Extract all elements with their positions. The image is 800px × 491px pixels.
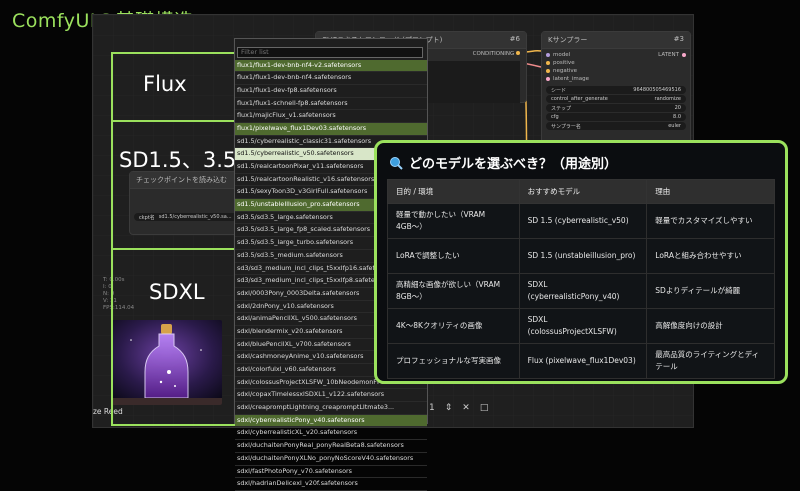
stepper-icon[interactable]: ⇕ — [445, 403, 453, 413]
model-selection-panel: どのモデルを選ぶべき？（用途別） 目的 / 環境 おすすめモデル 理由 軽量で動… — [374, 140, 788, 384]
model-table: 目的 / 環境 おすすめモデル 理由 軽量で動かしたい（VRAM 4GB〜） SD… — [387, 179, 775, 379]
batch-count-value[interactable]: 1 — [429, 403, 435, 413]
table-cell: 4K〜8Kクオリティの画像 — [387, 308, 520, 344]
table-cell: LoRAで調整したい — [387, 238, 520, 274]
table-row: プロフェッショナルな写実画像 Flux (pixelwave_flux1Dev03… — [387, 343, 775, 379]
port-model[interactable]: model — [546, 51, 589, 59]
conditioning-output-port[interactable] — [516, 51, 520, 55]
conditioning-output-label: CONDITIONING — [472, 51, 515, 57]
steps-widget[interactable]: ステップ 20 — [546, 104, 686, 112]
table-row: 軽量で動かしたい（VRAM 4GB〜） SD 1.5 (cyberrealisti… — [387, 203, 775, 239]
table-cell: 軽量でカスタマイズしやすい — [646, 203, 775, 239]
bottom-toolbar: 1 ⇕ ✕ □ — [429, 403, 488, 413]
control-after-generate-widget[interactable]: control_after_generate randomize — [546, 95, 686, 103]
table-row: 4K〜8Kクオリティの画像 SDXL (colossusProjectXLSFW)… — [387, 308, 775, 344]
group-label-sdxl: SDXL — [149, 280, 205, 304]
table-cell: LoRAと組み合わせやすい — [646, 238, 775, 274]
panel-title: どのモデルを選ぶべき？（用途別） — [409, 157, 618, 172]
port-negative[interactable]: negative — [546, 67, 589, 75]
stop-icon[interactable]: □ — [480, 403, 489, 413]
group-label-sd15-35: SD1.5、3.5 — [119, 148, 237, 172]
ksampler-title: Kサンプラー — [548, 36, 588, 44]
table-cell: 軽量で動かしたい（VRAM 4GB〜） — [387, 203, 520, 239]
cfg-widget[interactable]: cfg 8.0 — [546, 113, 686, 121]
dropdown-item[interactable]: flux1/flux1-schnell-fp8.safetensors — [235, 98, 427, 111]
ksampler-number: #3 — [673, 35, 684, 43]
table-row: LoRAで調整したい SD 1.5 (unstableillusion_pro) L… — [387, 238, 775, 274]
dropdown-item[interactable]: flux1/flux1-dev-bnb-nf4-v2.safetensors — [235, 59, 427, 73]
dropdown-item[interactable]: sdxl/copaxTimelessxlSDXL1_v122.safetenso… — [235, 389, 427, 403]
group-label-flux: Flux — [143, 72, 187, 96]
table-cell: SDXL (colossusProjectXLSFW) — [518, 308, 648, 344]
table-header: 目的 / 環境 — [387, 179, 520, 204]
clip-node-number: #6 — [509, 35, 520, 43]
dropdown-item[interactable]: sdxl/duchaitenPonyXLNo_ponyNoScoreV40.sa… — [235, 453, 427, 466]
dropdown-item[interactable]: sdxl/fastPhotoPony_v70.safetensors — [235, 466, 427, 479]
dropdown-item[interactable]: sdxl/creapromptLightning_creapromptLItma… — [235, 402, 427, 415]
close-icon[interactable]: ✕ — [462, 403, 470, 413]
table-cell: プロフェッショナルな写実画像 — [387, 343, 520, 379]
table-row: 高精細な画像が欲しい（VRAM 8GB〜） SDXL (cyberrealisti… — [387, 273, 775, 309]
table-header: 理由 — [646, 179, 775, 204]
table-cell: SDXL (cyberrealisticPony_v40) — [518, 273, 648, 309]
table-cell: Flux (pixelwave_flux1Dev03) — [518, 343, 648, 379]
dropdown-item[interactable]: flux1/pixelwave_flux1Dev03.safetensors — [235, 122, 427, 136]
filter-list-input[interactable] — [237, 46, 423, 58]
seed-widget[interactable]: シード 964800505469516 — [546, 86, 686, 94]
table-cell: SD 1.5 (cyberrealistic_v50) — [518, 203, 648, 239]
magnifier-icon — [390, 156, 403, 170]
sampler-name-widget[interactable]: サンプラー名 euler — [546, 122, 686, 130]
port-positive[interactable]: positive — [546, 59, 589, 67]
dropdown-item[interactable]: sdxl/cyberrealisticPony_v40.safetensors — [235, 414, 427, 428]
table-cell: SD 1.5 (unstableillusion_pro) — [518, 238, 648, 274]
dropdown-item[interactable]: flux1/flux1-dev-bnb-nf4.safetensors — [235, 72, 427, 85]
latent-output-port[interactable]: LATENT — [658, 51, 686, 59]
table-cell: 高精細な画像が欲しい（VRAM 8GB〜） — [387, 273, 520, 309]
port-latent-image[interactable]: latent_image — [546, 75, 589, 83]
dropdown-item[interactable]: flux1/majicFlux_v1.safetensors — [235, 110, 427, 123]
dropdown-item[interactable]: sdxl/cyberrealisticXL_v20.safetensors — [235, 427, 427, 441]
ksampler-node[interactable]: Kサンプラー #3 model positive negative latent… — [541, 31, 691, 157]
dropdown-item[interactable]: sdxl/hadrianDelicexl_v20f.safetensors — [235, 478, 427, 491]
table-cell: 最高品質のライティングとディテール — [646, 343, 775, 379]
dropdown-item[interactable]: sdxl/duchaitenPonyReal_ponyRealBeta8.saf… — [235, 440, 427, 453]
table-cell: 高解像度向けの設計 — [646, 308, 775, 344]
table-cell: SDよりディテールが綺麗 — [646, 273, 775, 309]
table-header: おすすめモデル — [518, 179, 648, 204]
dropdown-item[interactable]: flux1/flux1-dev-fp8.safetensors — [235, 85, 427, 98]
